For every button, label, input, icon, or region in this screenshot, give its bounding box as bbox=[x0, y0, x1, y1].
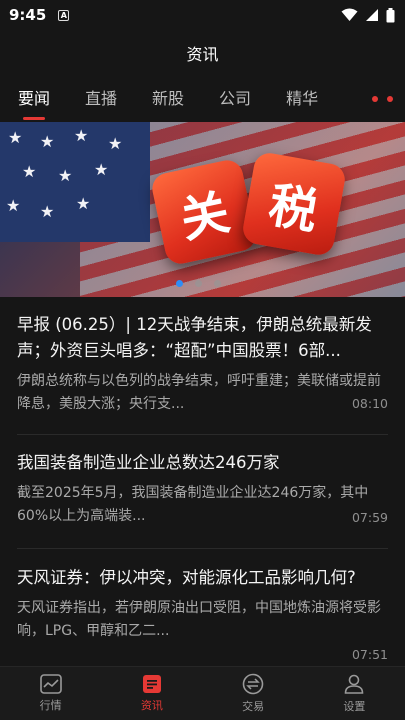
title-bar: 资讯 bbox=[0, 30, 405, 76]
nav-market[interactable]: 行情 bbox=[0, 667, 101, 720]
tab-featured[interactable]: 精华 bbox=[286, 76, 318, 122]
user-icon bbox=[345, 674, 364, 694]
nav-news[interactable]: 资讯 bbox=[101, 667, 202, 720]
news-summary: 截至2025年5月，我国装备制造业企业达246万家，其中60%以上为高端装... bbox=[17, 485, 369, 524]
tabs-more-icon[interactable] bbox=[372, 96, 393, 102]
news-title: 我国装备制造业企业总数达246万家 bbox=[17, 453, 280, 472]
banner-dice-text: 税 bbox=[240, 150, 348, 258]
news-item[interactable]: 天风证券：伊以冲突，对能源化工品影响几何? 天风证券指出，若伊朗原油出口受阻，中… bbox=[0, 565, 405, 665]
news-time: 07:51 bbox=[351, 647, 388, 662]
page-title: 资讯 bbox=[186, 45, 219, 64]
banner-carousel[interactable]: ★ ★ ★ ★ ★ ★ ★ ★ ★ ★ 关 税 bbox=[0, 122, 405, 297]
status-bar: 9:45 A bbox=[0, 0, 405, 30]
news-summary: 天风证券指出，若伊朗原油出口受阻，中国地炼油源将受影响，LPG、甲醇和乙二... bbox=[17, 600, 381, 639]
tab-company[interactable]: 公司 bbox=[219, 76, 251, 122]
divider bbox=[17, 434, 388, 435]
divider bbox=[17, 548, 388, 549]
flag-stars: ★ ★ ★ ★ ★ ★ ★ ★ ★ ★ bbox=[0, 122, 150, 242]
nav-label: 设置 bbox=[343, 700, 366, 713]
news-item[interactable]: 我国装备制造业企业总数达246万家 截至2025年5月，我国装备制造业企业达24… bbox=[0, 450, 405, 530]
news-icon bbox=[142, 675, 161, 693]
exchange-icon bbox=[242, 673, 264, 695]
tab-headlines[interactable]: 要闻 bbox=[18, 76, 50, 122]
news-title: 早报 (06.25）| 12天战争结束，伊朗总统最新发声；外资巨头唱多：“超配”… bbox=[17, 315, 372, 360]
news-title: 天风证券：伊以冲突，对能源化工品影响几何? bbox=[17, 568, 356, 587]
tab-ipo[interactable]: 新股 bbox=[152, 76, 184, 122]
nav-trade[interactable]: 交易 bbox=[203, 667, 304, 720]
news-time: 08:10 bbox=[351, 396, 388, 411]
status-time: 9:45 bbox=[9, 6, 47, 24]
carousel-indicator bbox=[176, 280, 221, 287]
tab-live[interactable]: 直播 bbox=[85, 76, 117, 122]
banner-dice-text: 关 bbox=[149, 157, 259, 267]
signal-icon bbox=[366, 9, 378, 21]
wifi-icon bbox=[341, 8, 358, 21]
nav-label: 行情 bbox=[39, 699, 62, 712]
battery-icon bbox=[386, 7, 395, 22]
nav-label: 交易 bbox=[242, 700, 265, 713]
news-item[interactable]: 早报 (06.25）| 12天战争结束，伊朗总统最新发声；外资巨头唱多：“超配”… bbox=[0, 312, 405, 416]
nav-label: 资讯 bbox=[140, 699, 163, 712]
news-summary: 伊朗总统称与以色列的战争结束，呼吁重建；美联储或提前降息，美股大涨；央行支... bbox=[17, 373, 381, 412]
nav-settings[interactable]: 设置 bbox=[304, 667, 405, 720]
chart-icon bbox=[39, 674, 62, 694]
news-time: 07:59 bbox=[351, 510, 388, 525]
bottom-nav: 行情 资讯 交易 设置 bbox=[0, 666, 405, 720]
notification-icon: A bbox=[58, 9, 70, 21]
category-tabs: 要闻 直播 新股 公司 精华 bbox=[0, 76, 405, 122]
